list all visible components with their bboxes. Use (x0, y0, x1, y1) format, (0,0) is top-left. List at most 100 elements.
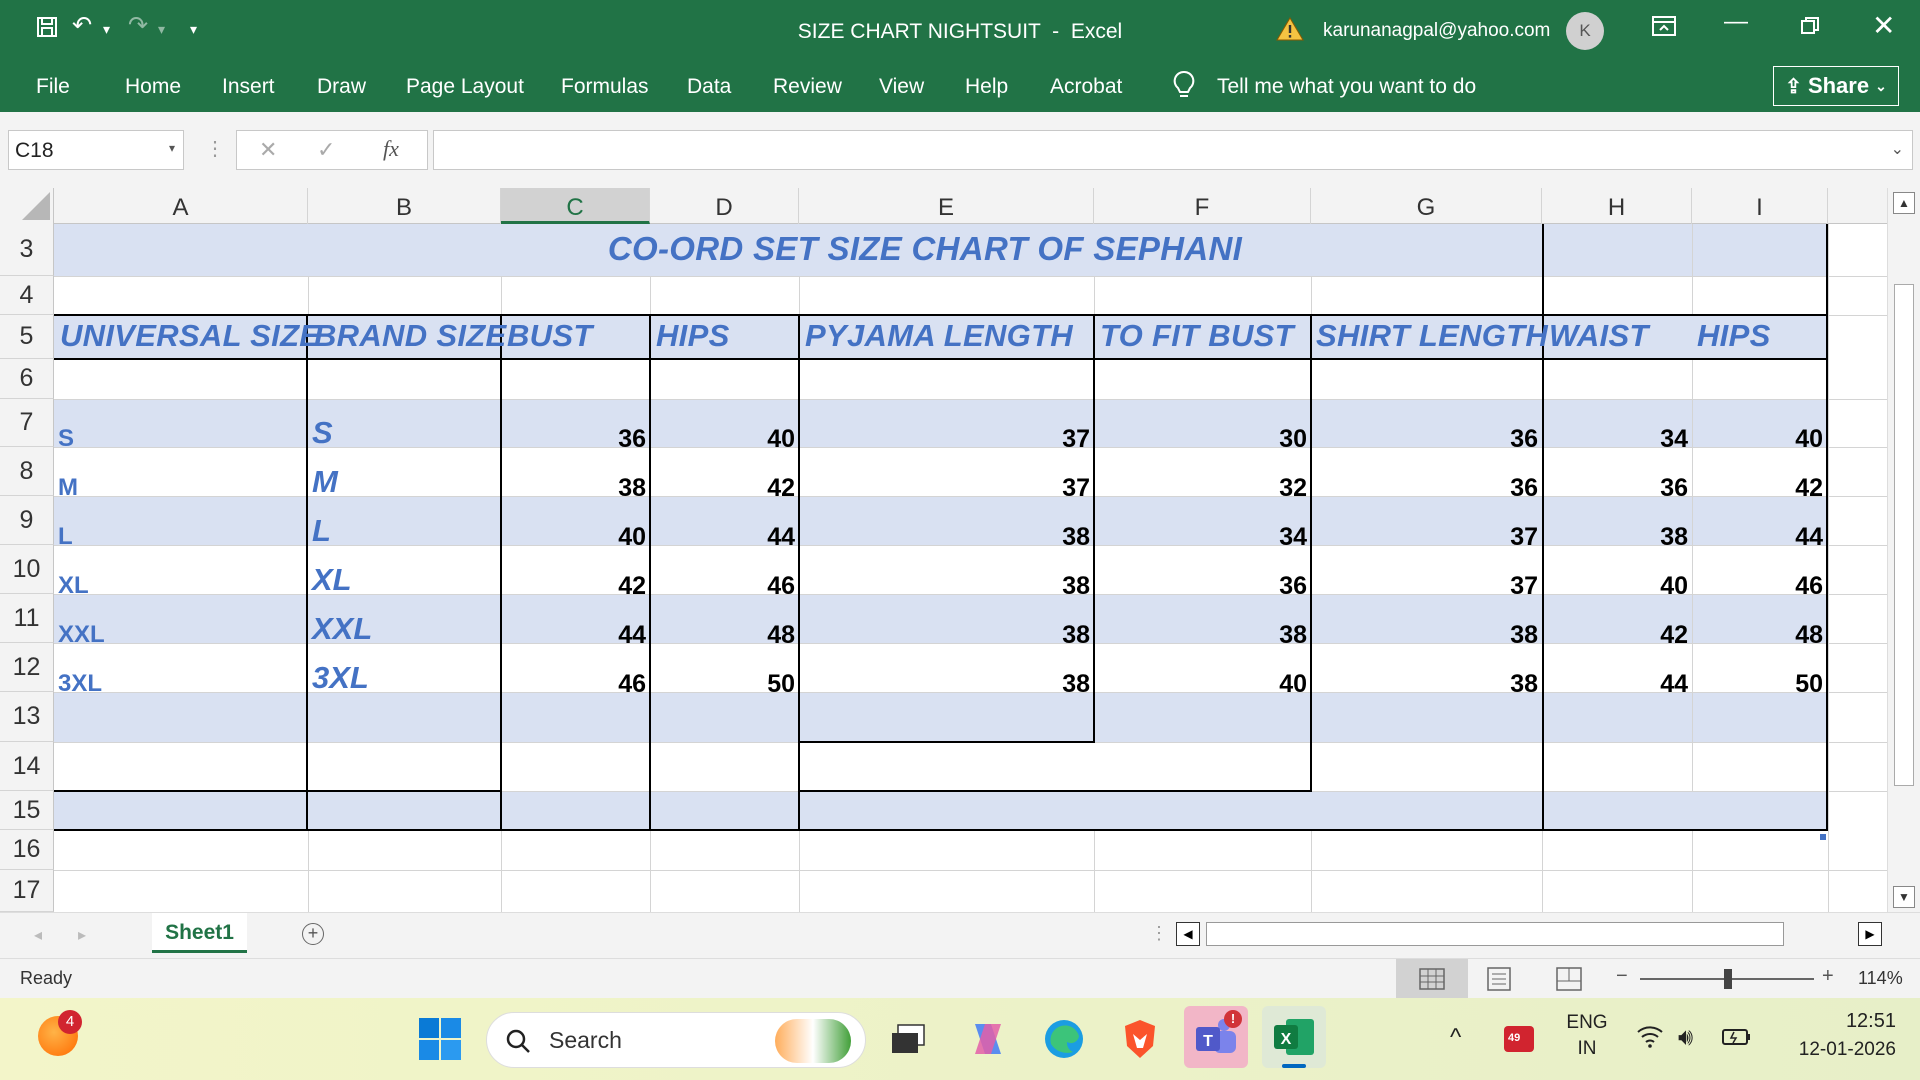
ribbon-display-options-icon[interactable] (1652, 16, 1676, 41)
hips-cell[interactable]: 48 (650, 621, 795, 650)
sheet-tab-sheet1[interactable]: Sheet1 (152, 913, 247, 953)
user-email[interactable]: karunanagpal@yahoo.com (1323, 20, 1550, 42)
to-fit-bust-cell[interactable]: 38 (1094, 621, 1307, 650)
scroll-down-icon[interactable]: ▼ (1893, 886, 1915, 908)
waist-cell[interactable]: 44 (1542, 670, 1688, 699)
more-options-icon[interactable]: ⋮ (205, 136, 225, 161)
teams-button[interactable]: T ! (1184, 1006, 1248, 1068)
language-indicator[interactable]: ENG IN (1565, 1012, 1609, 1060)
shirt-length-cell[interactable]: 36 (1311, 425, 1538, 454)
zoom-level[interactable]: 114% (1858, 968, 1903, 989)
tab-acrobat[interactable]: Acrobat (1050, 75, 1122, 99)
redo-dropdown-icon[interactable]: ▾ (158, 22, 165, 36)
hips-2-cell[interactable]: 42 (1692, 474, 1823, 503)
pyjama-length-cell[interactable]: 38 (799, 523, 1090, 552)
brand-size-cell[interactable]: S (312, 415, 333, 451)
hips-2-cell[interactable]: 50 (1692, 670, 1823, 699)
universal-size-cell[interactable]: XL (58, 572, 89, 600)
excel-button[interactable]: X (1262, 1006, 1326, 1068)
warning-icon[interactable] (1276, 16, 1304, 47)
copilot-button[interactable] (960, 1014, 1016, 1064)
pyjama-length-cell[interactable]: 37 (799, 474, 1090, 503)
universal-size-cell[interactable]: XXL (58, 621, 105, 649)
pyjama-length-cell[interactable]: 38 (799, 621, 1090, 650)
pyjama-length-cell[interactable]: 38 (799, 670, 1090, 699)
normal-view-button[interactable] (1396, 959, 1468, 999)
hips-cell[interactable]: 44 (650, 523, 795, 552)
header-hips[interactable]: HIPS (656, 318, 730, 354)
formula-input[interactable]: ⌄ (433, 130, 1913, 170)
hips-2-cell[interactable]: 40 (1692, 425, 1823, 454)
header-shirt-length[interactable]: SHIRT LENGTH (1316, 318, 1548, 354)
row-header-15[interactable]: 15 (0, 791, 54, 830)
brand-size-cell[interactable]: L (312, 513, 331, 549)
header-universal-size[interactable]: UNIVERSAL SIZE (60, 318, 320, 354)
undo-icon[interactable]: ↶ (72, 14, 92, 38)
insert-function-icon[interactable]: fx (383, 136, 399, 162)
scroll-right-icon[interactable]: ▶ (1858, 922, 1882, 946)
universal-size-cell[interactable]: 3XL (58, 670, 102, 698)
add-sheet-icon[interactable]: + (302, 923, 324, 945)
vertical-scroll-thumb[interactable] (1894, 284, 1914, 786)
sheet-title[interactable]: CO-ORD SET SIZE CHART OF SEPHANI (308, 230, 1542, 268)
tab-formulas[interactable]: Formulas (561, 75, 649, 99)
page-layout-view-icon[interactable] (1486, 967, 1512, 996)
brand-size-cell[interactable]: XXL (312, 611, 372, 647)
row-header-13[interactable]: 13 (0, 692, 54, 742)
tab-review[interactable]: Review (773, 75, 842, 99)
minimize-icon[interactable]: — (1724, 10, 1748, 34)
zoom-slider-thumb[interactable] (1724, 969, 1732, 989)
redo-icon[interactable]: ↷ (128, 14, 148, 38)
tab-view[interactable]: View (879, 75, 924, 99)
pyjama-length-cell[interactable]: 37 (799, 425, 1090, 454)
row-header-17[interactable]: 17 (0, 870, 54, 912)
bust-cell[interactable]: 40 (501, 523, 646, 552)
to-fit-bust-cell[interactable]: 32 (1094, 474, 1307, 503)
hips-cell[interactable]: 46 (650, 572, 795, 601)
row-header-10[interactable]: 10 (0, 545, 54, 594)
hips-cell[interactable]: 50 (650, 670, 795, 699)
header-brand-size[interactable]: BRAND SIZE (314, 318, 506, 354)
brand-size-cell[interactable]: M (312, 464, 338, 500)
tray-app-icon[interactable]: 49 (1504, 1026, 1534, 1052)
header-waist[interactable]: WAIST (1549, 318, 1649, 354)
name-box[interactable]: C18 ▾ (8, 130, 184, 170)
prev-sheet-icon[interactable]: ◂ (34, 925, 42, 945)
share-button[interactable]: ⇪ Share ⌄ (1773, 66, 1899, 106)
to-fit-bust-cell[interactable]: 30 (1094, 425, 1307, 454)
shirt-length-cell[interactable]: 37 (1311, 572, 1538, 601)
edge-button[interactable] (1036, 1014, 1092, 1064)
tab-draw[interactable]: Draw (317, 75, 366, 99)
row-header-3[interactable]: 3 (0, 224, 54, 276)
splitter-icon[interactable]: ⋮ (1150, 923, 1168, 944)
waist-cell[interactable]: 36 (1542, 474, 1688, 503)
tab-help[interactable]: Help (965, 75, 1008, 99)
column-header-b[interactable]: B (308, 188, 501, 224)
column-header-c[interactable]: C (501, 188, 650, 224)
vertical-scrollbar[interactable]: ▲ ▼ (1887, 188, 1920, 912)
to-fit-bust-cell[interactable]: 40 (1094, 670, 1307, 699)
bust-cell[interactable]: 44 (501, 621, 646, 650)
close-icon[interactable]: ✕ (1872, 12, 1895, 40)
row-header-11[interactable]: 11 (0, 594, 54, 643)
hips-cell[interactable]: 40 (650, 425, 795, 454)
worksheet-grid[interactable]: A B C D E F G H I 3 4 5 6 7 8 9 10 11 12… (0, 188, 1887, 912)
wifi-icon[interactable] (1636, 1024, 1664, 1053)
undo-dropdown-icon[interactable]: ▾ (103, 22, 110, 36)
volume-icon[interactable]: 🔊︎ (1678, 1024, 1693, 1052)
next-sheet-icon[interactable]: ▸ (78, 925, 86, 945)
shirt-length-cell[interactable]: 36 (1311, 474, 1538, 503)
horizontal-scrollbar[interactable]: ◀ ▶ (1176, 920, 1882, 948)
zoom-out-icon[interactable]: − (1616, 965, 1628, 988)
bust-cell[interactable]: 38 (501, 474, 646, 503)
row-header-7[interactable]: 7 (0, 399, 54, 447)
to-fit-bust-cell[interactable]: 36 (1094, 572, 1307, 601)
row-header-5[interactable]: 5 (0, 315, 54, 359)
bust-cell[interactable]: 36 (501, 425, 646, 454)
enter-icon[interactable]: ✓ (317, 137, 335, 163)
column-header-a[interactable]: A (54, 188, 308, 224)
scroll-left-icon[interactable]: ◀ (1176, 922, 1200, 946)
row-header-14[interactable]: 14 (0, 742, 54, 791)
waist-cell[interactable]: 40 (1542, 572, 1688, 601)
waist-cell[interactable]: 34 (1542, 425, 1688, 454)
